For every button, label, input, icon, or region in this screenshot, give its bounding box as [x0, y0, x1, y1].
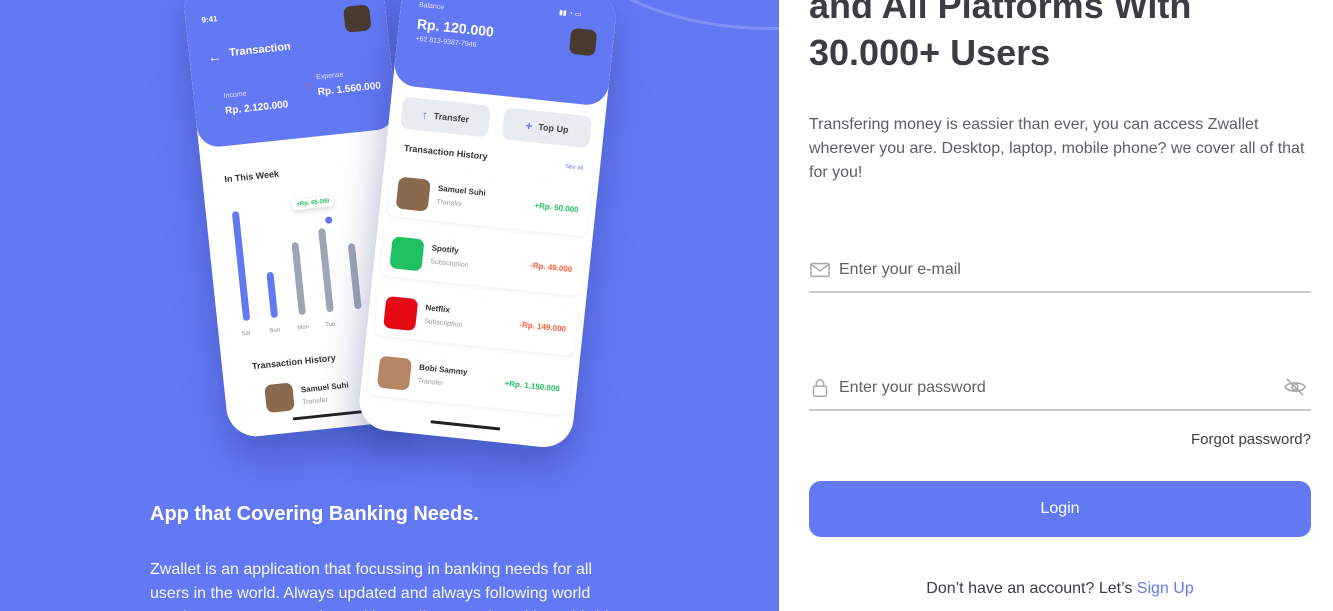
transaction-type: Subscription [429, 258, 469, 270]
transaction-type: Subscription [423, 317, 463, 329]
password-field [809, 371, 1311, 411]
promo-title: App that Covering Banking Needs. [150, 503, 479, 525]
transaction-row: Spotify Subscription -Rp. 49.000 [380, 227, 585, 297]
transaction-name: Netflix [424, 303, 451, 315]
signup-prompt: Don’t have an account? Let’s Sign Up [809, 580, 1311, 598]
topup-label: Top Up [537, 121, 569, 135]
avatar [343, 4, 372, 33]
chart-bar [266, 271, 279, 319]
home-indicator [429, 420, 500, 431]
promo-panel: 9:41 ← Transaction ↓ Income Rp. 2.120.00… [0, 0, 779, 611]
eye-off-icon[interactable] [1283, 375, 1307, 399]
transaction-avatar [395, 176, 431, 212]
transaction-type: Transfer [417, 377, 444, 388]
chart-day-label: Tue [324, 321, 336, 329]
chart-tooltip: +Rp. 65.000 [291, 196, 334, 211]
email-field [809, 253, 1311, 293]
email-input[interactable] [839, 255, 1269, 285]
transfer-button: ↑ Transfer [400, 96, 491, 138]
transaction-amount: -Rp. 49.000 [529, 260, 573, 275]
avatar [568, 27, 598, 57]
arrow-up-icon: ↑ [421, 107, 429, 123]
topup-button: + Top Up [501, 107, 593, 149]
row-sub: Transfer [301, 396, 329, 407]
transaction-type: Transfer [436, 198, 463, 209]
lock-icon [812, 379, 828, 397]
chart-bar [231, 210, 251, 322]
transaction-amount: +Rp. 1.150.000 [504, 378, 561, 394]
heading-line-1: and All Platforms With [809, 0, 1192, 26]
transaction-name: Bobi Sammy [418, 362, 468, 377]
forgot-password-link[interactable]: Forgot password? [1191, 431, 1311, 448]
password-input[interactable] [839, 373, 1269, 403]
signup-prefix: Don’t have an account? Let’s [926, 580, 1133, 597]
signup-link[interactable]: Sign Up [1137, 580, 1194, 597]
transaction-name: Samuel Suhi [437, 183, 487, 198]
transaction-amount: +Rp. 50.000 [534, 200, 579, 215]
plus-icon: + [524, 118, 534, 134]
chart-bar [347, 243, 362, 310]
transfer-label: Transfer [433, 110, 470, 125]
page-subtitle: Transfering money is eassier than ever, … [809, 116, 1305, 181]
chart-day-label: Sat [241, 330, 251, 338]
chart-day-label: Sun [269, 327, 281, 335]
promo-description: Zwallet is an application that focussing… [150, 561, 617, 611]
login-button[interactable]: Login [809, 481, 1311, 537]
transaction-row: Netflix Subscription -Rp. 149.000 [374, 287, 579, 356]
row-name: Samuel Suhi [300, 380, 350, 395]
transaction-name: Spotify [431, 243, 460, 256]
home-indicator [292, 410, 363, 421]
mail-icon [810, 262, 830, 278]
history-title: Transaction History [251, 352, 337, 372]
status-time: 9:41 [201, 14, 219, 25]
chart-day-label: Mon [297, 324, 310, 332]
avatar [264, 382, 295, 414]
back-arrow-icon: ← [206, 47, 223, 66]
transaction-avatar [383, 295, 419, 332]
see-all-link: See all [564, 163, 584, 172]
phone-mockup-home: ▮▮ ◔ ▭ Balance Rp. 120.000 +62 813-9387-… [356, 0, 619, 450]
page-heading: and All Platforms With 30.000+ Users [809, 0, 1309, 76]
transaction-row: Bobi Sammy Transfer +Rp. 1.150.000 [368, 346, 572, 416]
chart-bar [318, 228, 334, 313]
transaction-avatar [389, 236, 425, 272]
chart-dot [324, 216, 333, 224]
transaction-amount: -Rp. 149.000 [519, 319, 567, 334]
week-title: In This Week [223, 168, 280, 185]
transaction-row: Samuel Suhi Transfer +Rp. 50.000 [386, 167, 591, 237]
heading-line-2: 30.000+ Users [809, 32, 1051, 73]
chart-bar [291, 242, 306, 316]
transaction-avatar [376, 355, 413, 391]
history-title: Transaction History [403, 142, 489, 162]
